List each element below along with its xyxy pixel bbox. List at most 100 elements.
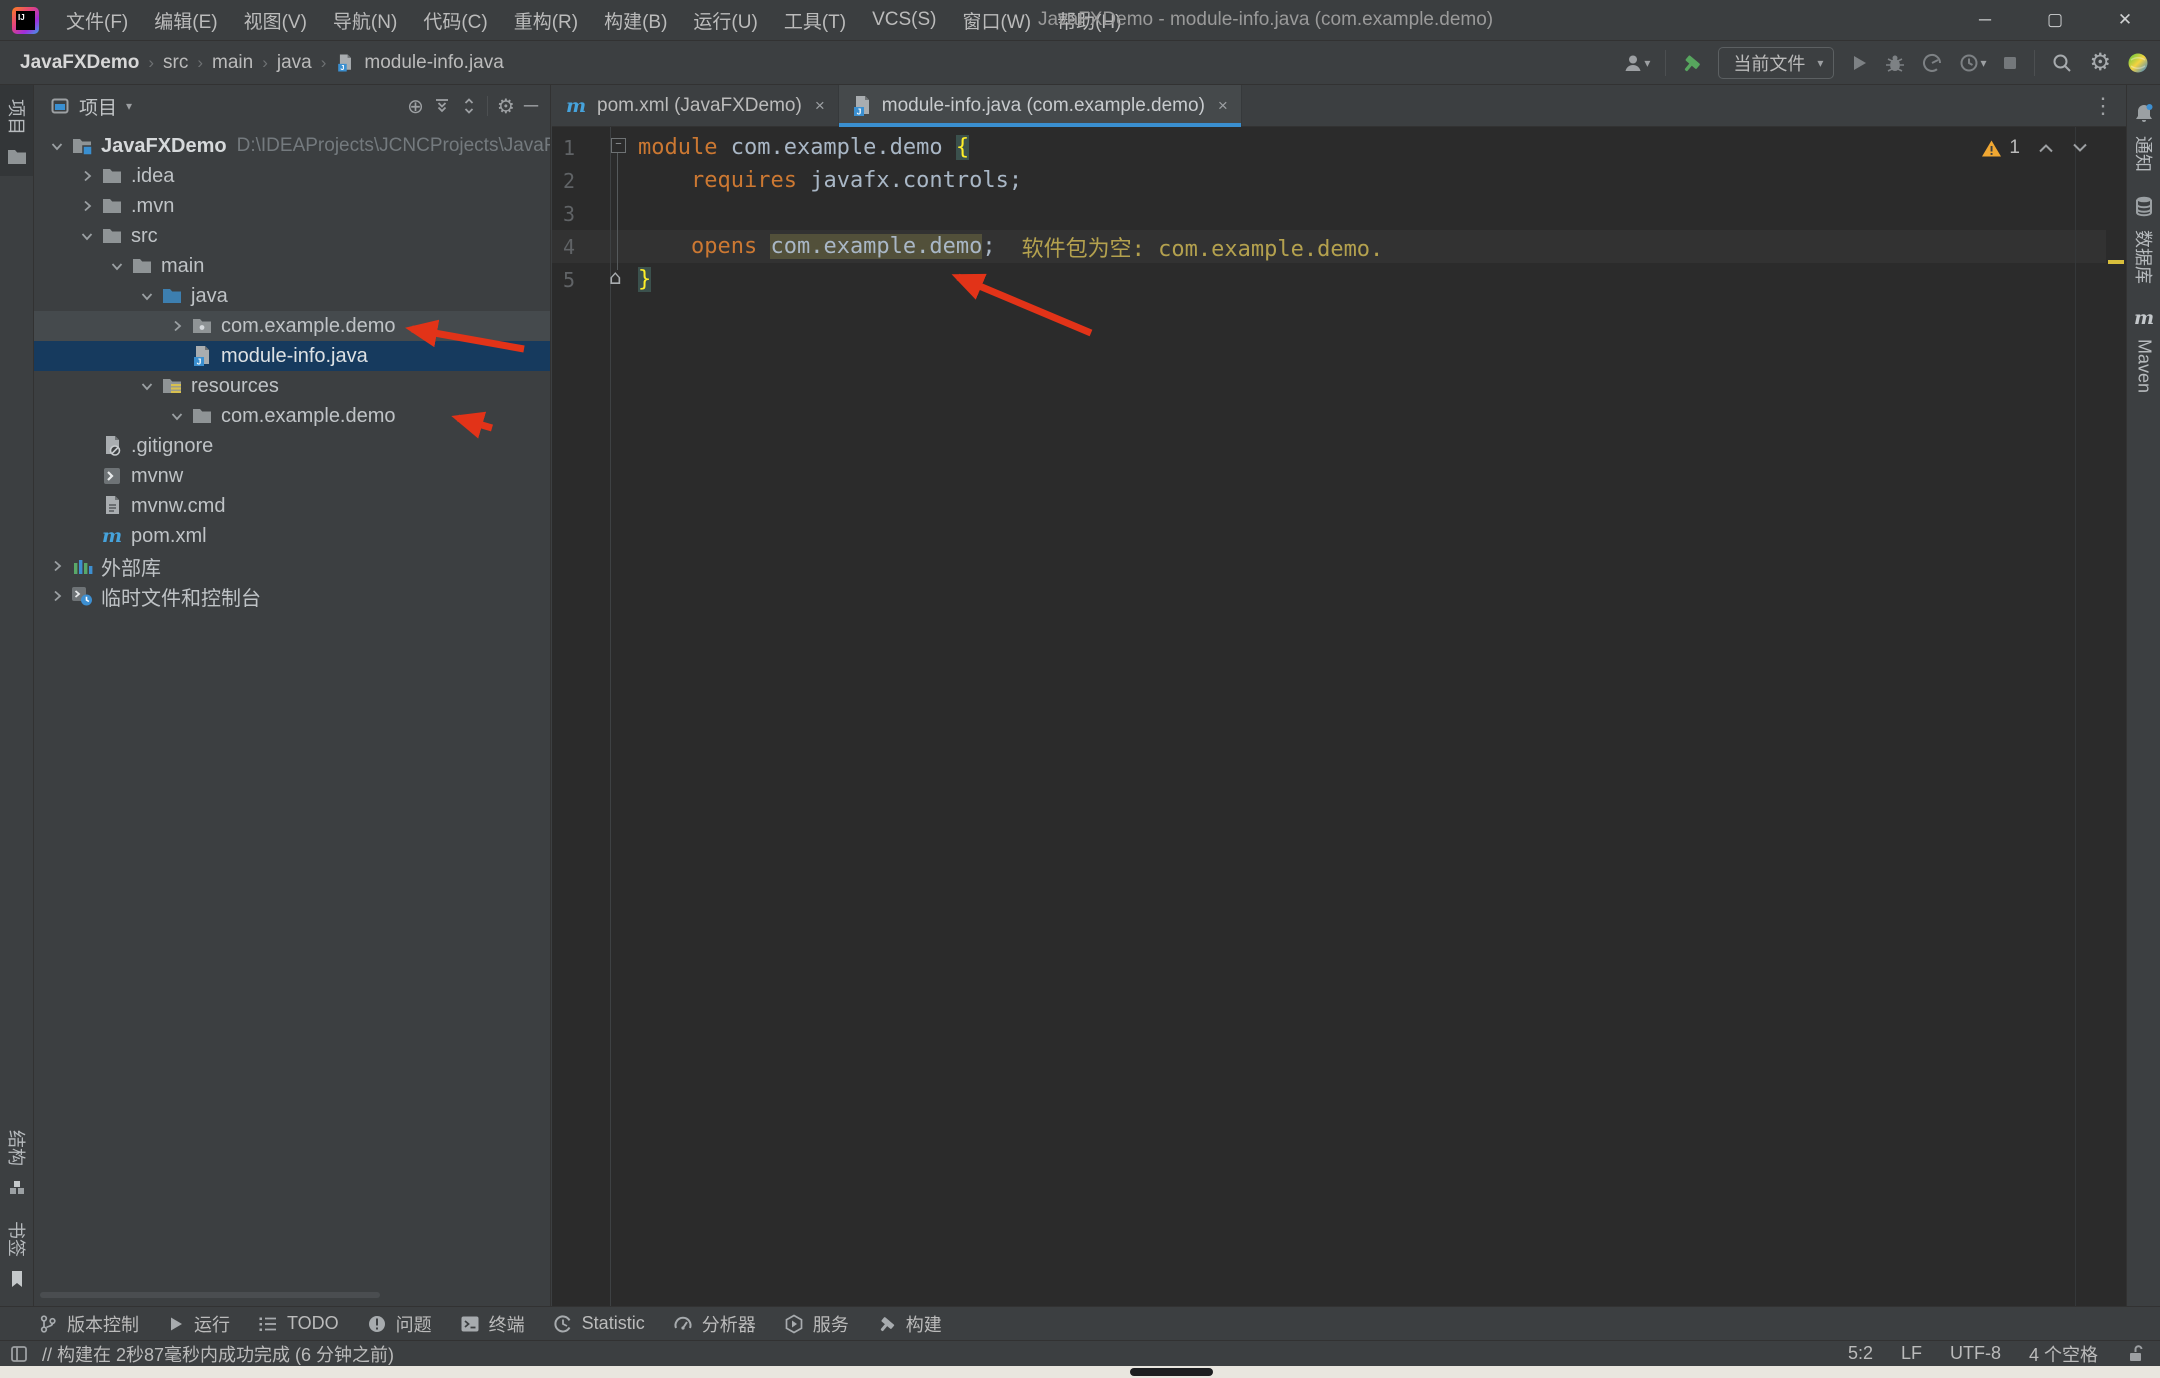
panel-settings-gear-icon[interactable]: ⚙: [497, 94, 515, 119]
tree-item[interactable]: src: [34, 221, 550, 251]
collapse-all-icon[interactable]: [460, 97, 478, 115]
build-hammer-icon[interactable]: [1681, 52, 1703, 74]
locate-file-icon[interactable]: ⊕: [407, 94, 424, 119]
tool-window-button-services[interactable]: 服务: [784, 1311, 849, 1337]
tree-item[interactable]: .mvn: [34, 191, 550, 221]
chevron-down-icon[interactable]: [44, 139, 70, 153]
tree-item[interactable]: java: [34, 281, 550, 311]
tool-window-button-todo[interactable]: TODO: [258, 1313, 339, 1334]
maximize-button[interactable]: ▢: [2020, 0, 2090, 40]
menu-item[interactable]: 视图(V): [231, 0, 320, 40]
line-number[interactable]: 3: [552, 202, 610, 226]
tool-window-button-project[interactable]: 项目: [0, 85, 33, 176]
tool-window-button-terminal[interactable]: 终端: [460, 1311, 525, 1337]
menu-item[interactable]: 文件(F): [53, 0, 141, 40]
editor-tab[interactable]: Jmodule-info.java (com.example.demo)×: [839, 85, 1242, 126]
indent-style[interactable]: 4 个空格: [2029, 1341, 2098, 1367]
tree-item[interactable]: .gitignore: [34, 431, 550, 461]
tab-options-kebab-icon[interactable]: ⋮: [2080, 93, 2126, 119]
code-line[interactable]: 1module com.example.demo {: [552, 131, 2126, 164]
chevron-right-icon[interactable]: [44, 589, 70, 603]
menu-item[interactable]: 重构(R): [501, 0, 591, 40]
menu-item[interactable]: 构建(B): [591, 0, 680, 40]
line-number[interactable]: 5: [552, 268, 610, 292]
fold-end-icon[interactable]: ⌂: [609, 265, 622, 289]
tree-item[interactable]: Jmodule-info.java: [34, 341, 550, 371]
code-line[interactable]: 4 opens com.example.demo;软件包为空: com.exam…: [552, 230, 2126, 263]
chevron-right-icon[interactable]: [44, 559, 70, 573]
warning-stripe-mark[interactable]: [2108, 260, 2124, 264]
breadcrumb-item[interactable]: java: [277, 52, 312, 74]
expand-all-icon[interactable]: [433, 97, 451, 115]
tool-window-button-maven[interactable]: mMaven: [2127, 299, 2160, 405]
unlock-icon[interactable]: [2126, 1345, 2144, 1363]
hide-panel-icon[interactable]: ─: [524, 95, 538, 118]
chevron-down-icon[interactable]: [74, 229, 100, 243]
tool-window-button-database[interactable]: 数据库: [2127, 186, 2160, 299]
tool-window-button-git[interactable]: 版本控制: [38, 1311, 139, 1337]
line-separator[interactable]: LF: [1901, 1343, 1922, 1364]
chevron-down-icon[interactable]: [164, 409, 190, 423]
tree-item[interactable]: main: [34, 251, 550, 281]
chevron-right-icon[interactable]: [74, 169, 100, 183]
tool-window-button-profiler[interactable]: 分析器: [673, 1311, 756, 1337]
search-everywhere-icon[interactable]: [2050, 51, 2074, 75]
coverage-button[interactable]: ▾: [1958, 52, 1986, 74]
tree-item[interactable]: mvnw.cmd: [34, 491, 550, 521]
menu-item[interactable]: 导航(N): [320, 0, 410, 40]
tool-window-button-notifications[interactable]: 通知: [2127, 93, 2160, 186]
line-number[interactable]: 1: [552, 136, 610, 160]
line-number[interactable]: 4: [552, 235, 610, 259]
tab-close-icon[interactable]: ×: [1218, 96, 1228, 116]
chevron-down-icon[interactable]: [104, 259, 130, 273]
tree-item[interactable]: mvnw: [34, 461, 550, 491]
tool-window-button-statistic[interactable]: Statistic: [553, 1313, 645, 1334]
next-problem-icon[interactable]: [2072, 143, 2088, 153]
tree-item[interactable]: mpom.xml: [34, 521, 550, 551]
layout-icon[interactable]: [10, 1345, 28, 1363]
tree-item[interactable]: com.example.demo: [34, 401, 550, 431]
breadcrumb-item[interactable]: module-info.java: [364, 52, 503, 74]
tool-window-button-build[interactable]: 构建: [877, 1311, 942, 1337]
tool-window-button-problems[interactable]: 问题: [367, 1311, 432, 1337]
code-line[interactable]: 2 requires javafx.controls;: [552, 164, 2126, 197]
menu-item[interactable]: 窗口(W): [949, 0, 1044, 40]
tool-window-button-bookmarks[interactable]: 书签: [0, 1207, 33, 1298]
chevron-down-icon[interactable]: ▾: [126, 99, 132, 113]
tool-window-button-structure[interactable]: 结构: [0, 1116, 33, 1207]
editor-tab[interactable]: mpom.xml (JavaFXDemo)×: [552, 85, 839, 126]
code-lines[interactable]: 1module com.example.demo {2 requires jav…: [552, 131, 2126, 296]
horizontal-scrollbar[interactable]: [40, 1292, 380, 1298]
debug-button[interactable]: [1884, 52, 1906, 74]
menu-item[interactable]: 编辑(E): [141, 0, 230, 40]
previous-problem-icon[interactable]: [2038, 143, 2054, 153]
breadcrumb-item[interactable]: src: [163, 52, 188, 74]
settings-gear-icon[interactable]: ⚙: [2089, 48, 2111, 77]
tree-item[interactable]: resources: [34, 371, 550, 401]
file-encoding[interactable]: UTF-8: [1950, 1343, 2001, 1364]
tree-item[interactable]: JavaFXDemoD:\IDEAProjects\JCNCProjects\J…: [34, 131, 550, 161]
menu-item[interactable]: VCS(S): [859, 0, 949, 40]
chevron-right-icon[interactable]: [74, 199, 100, 213]
stop-button[interactable]: [2001, 54, 2019, 72]
tree-item[interactable]: 临时文件和控制台: [34, 581, 550, 611]
breadcrumb-item[interactable]: JavaFXDemo: [20, 52, 139, 74]
run-button[interactable]: [1849, 53, 1869, 73]
profiler-button[interactable]: [1921, 52, 1943, 74]
user-account-icon[interactable]: ▾: [1622, 52, 1650, 74]
error-stripe-scrollbar[interactable]: [2106, 127, 2126, 1306]
chevron-down-icon[interactable]: [134, 289, 160, 303]
code-editor[interactable]: 1module com.example.demo {2 requires jav…: [552, 127, 2126, 1306]
tree-item[interactable]: com.example.demo: [34, 311, 550, 341]
plugin-sphere-icon[interactable]: [2126, 51, 2150, 75]
chevron-down-icon[interactable]: [134, 379, 160, 393]
tab-close-icon[interactable]: ×: [815, 96, 825, 116]
run-configuration-select[interactable]: 当前文件▾: [1718, 47, 1834, 79]
tree-item[interactable]: .idea: [34, 161, 550, 191]
caret-position[interactable]: 5:2: [1848, 1343, 1873, 1364]
menu-item[interactable]: 工具(T): [771, 0, 859, 40]
fold-collapse-icon[interactable]: −: [611, 138, 626, 153]
menu-item[interactable]: 代码(C): [410, 0, 500, 40]
status-message[interactable]: // 构建在 2秒87毫秒内成功完成 (6 分钟之前): [42, 1341, 394, 1367]
close-button[interactable]: ✕: [2090, 0, 2160, 40]
